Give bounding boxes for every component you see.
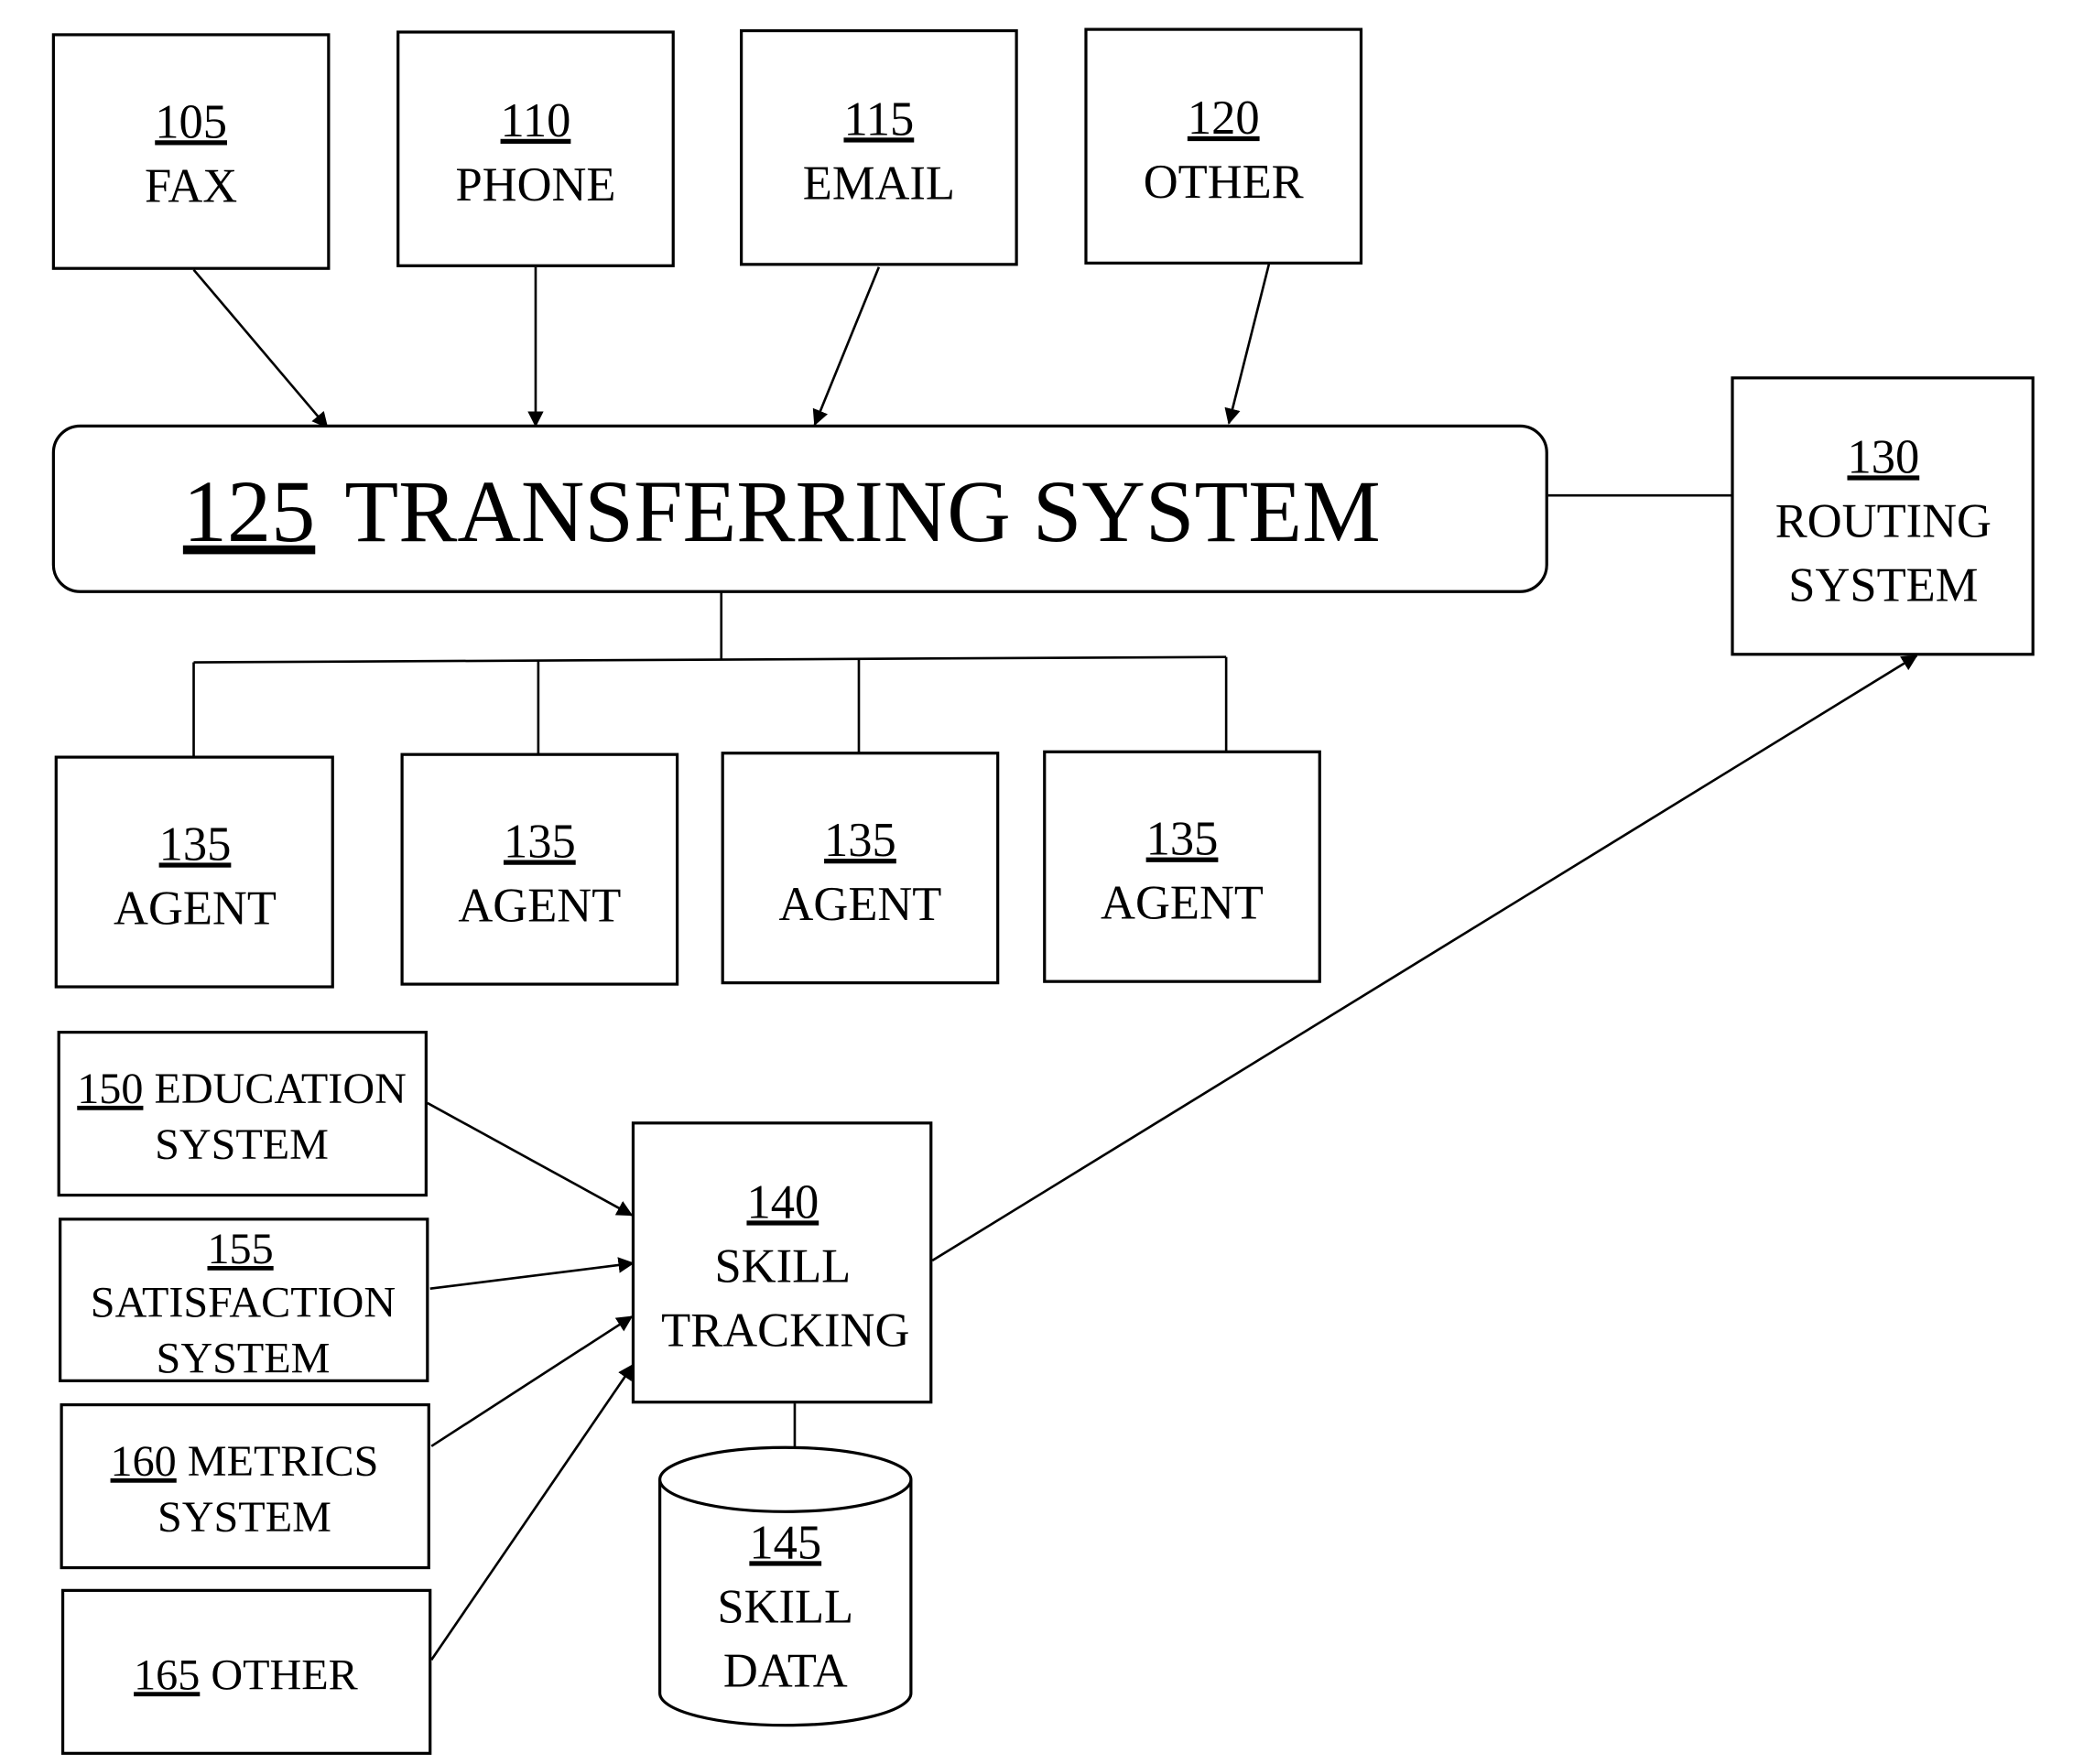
- other-input-label: OTHER: [1144, 156, 1304, 209]
- routing-line1: ROUTING: [1775, 494, 1992, 547]
- skill-data-line1: SKILL: [717, 1580, 853, 1633]
- agent-node: 135 AGENT: [1043, 750, 1321, 983]
- fax-ref: 105: [155, 95, 227, 148]
- agent-node: 135 AGENT: [721, 752, 1000, 985]
- other-input-ref: 120: [1188, 92, 1260, 145]
- skill-tracking-node: 140 SKILL TRACKING: [631, 1121, 933, 1404]
- arrow-other-to-transfer: [1224, 264, 1271, 425]
- agent-label: AGENT: [114, 882, 277, 935]
- arrow-email-to-transfer: [812, 266, 881, 427]
- arrow-satisfaction-to-skill: [429, 1257, 635, 1290]
- fax-node: 105 FAX: [51, 33, 331, 270]
- fax-label: FAX: [145, 159, 237, 212]
- education-line1: EDUCATION: [154, 1065, 406, 1113]
- metrics-system-node: 160 METRICS SYSTEM: [60, 1402, 430, 1570]
- satisfaction-system-node: 155 SATISFACTION SYSTEM: [59, 1217, 429, 1383]
- svg-text:160 METRICS: 160 METRICS: [111, 1437, 379, 1486]
- email-label: EMAIL: [803, 157, 955, 210]
- education-system-node: 150 EDUCATION SYSTEM: [57, 1031, 428, 1197]
- other-source-line1: OTHER: [211, 1650, 358, 1699]
- skill-data-line2: DATA: [723, 1644, 848, 1697]
- phone-ref: 110: [501, 94, 571, 147]
- skill-tracking-line1: SKILL: [714, 1239, 851, 1293]
- transferring-ref: 125: [183, 462, 315, 560]
- metrics-line1: METRICS: [188, 1437, 379, 1486]
- transferring-label: TRANSFERRING SYSTEM: [344, 462, 1380, 560]
- diagram-canvas: 105 FAX 110 PHONE 115 EMAIL 120 OTHER 12…: [51, 27, 2035, 1755]
- routing-line2: SYSTEM: [1788, 558, 1978, 611]
- arrow-education-to-skill: [427, 1101, 634, 1217]
- phone-label: PHONE: [455, 158, 615, 211]
- agent-label: AGENT: [779, 878, 942, 931]
- transferring-system-node: 125 TRANSFERRING SYSTEM: [51, 424, 1548, 593]
- other-input-node: 120 OTHER: [1084, 27, 1363, 265]
- arrow-metrics-to-skill: [430, 1315, 634, 1447]
- agent-ref: 135: [1146, 813, 1219, 866]
- email-node: 115 EMAIL: [740, 28, 1018, 266]
- agent-ref: 135: [824, 814, 896, 867]
- skill-data-database-icon: 145 SKILL DATA: [658, 1445, 913, 1727]
- agent-ref: 135: [504, 816, 576, 869]
- other-source-node: 165 OTHER: [60, 1588, 432, 1755]
- agent-node: 135 AGENT: [54, 755, 334, 989]
- svg-text:150 EDUCATION: 150 EDUCATION: [77, 1065, 407, 1113]
- agent-ref: 135: [159, 817, 232, 871]
- arrow-fax-to-transfer: [192, 268, 329, 428]
- education-line2: SYSTEM: [155, 1120, 329, 1169]
- satisfaction-ref: 155: [207, 1225, 273, 1273]
- satisfaction-line1: SATISFACTION: [91, 1278, 396, 1326]
- phone-node: 110 PHONE: [396, 30, 675, 267]
- agent-node: 135 AGENT: [400, 752, 679, 986]
- education-ref: 150: [77, 1065, 143, 1113]
- agent-label: AGENT: [458, 880, 621, 933]
- routing-system-node: 130 ROUTING SYSTEM: [1731, 376, 2035, 656]
- skill-data-ref: 145: [749, 1516, 821, 1569]
- svg-text:165 OTHER: 165 OTHER: [134, 1650, 359, 1699]
- skill-tracking-ref: 140: [746, 1175, 819, 1228]
- skill-tracking-line2: TRACKING: [661, 1304, 909, 1357]
- satisfaction-line2: SYSTEM: [157, 1335, 331, 1383]
- metrics-line2: SYSTEM: [157, 1493, 331, 1542]
- metrics-ref: 160: [111, 1437, 177, 1486]
- agent-bus: [192, 591, 1228, 758]
- agent-label: AGENT: [1101, 877, 1264, 930]
- email-ref: 115: [843, 92, 914, 146]
- routing-ref: 130: [1847, 430, 1919, 483]
- arrow-other-to-skill: [430, 1363, 635, 1661]
- other-source-ref: 165: [134, 1650, 200, 1699]
